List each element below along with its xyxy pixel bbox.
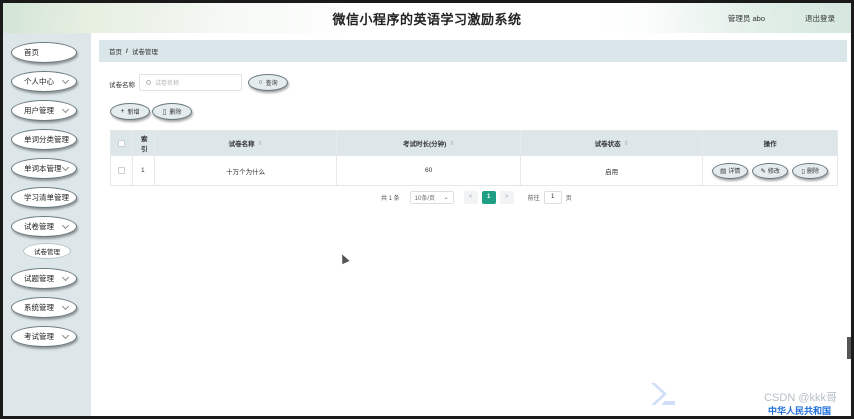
search-label: 试卷名称: [109, 82, 135, 89]
page-number-current[interactable]: 1: [481, 190, 496, 204]
sidebar-item-exam-management[interactable]: 考试管理: [11, 326, 77, 347]
page-size-value: 10条/页: [414, 195, 436, 202]
watermark-logo-icon: [651, 383, 675, 405]
sidebar-item-label: 考试管理: [24, 332, 54, 341]
sidebar-item-label: 试题管理: [24, 274, 54, 283]
sidebar-item-label: 个人中心: [24, 77, 54, 86]
scrollbar-handle[interactable]: [847, 337, 851, 359]
goto-label: 前往: [527, 195, 540, 202]
sidebar-item-label: 试卷管理: [24, 222, 54, 231]
row-checkbox[interactable]: [117, 167, 125, 174]
chevron-down-icon: [61, 105, 70, 114]
delete-button[interactable]: ▯ 删除: [792, 162, 829, 179]
sidebar-subitem-paper-management[interactable]: 试卷管理: [23, 243, 71, 259]
sidebar-item-label: 首页: [24, 48, 39, 57]
sidebar-item-personal-center[interactable]: 个人中心: [11, 71, 77, 92]
delete-button-label: 删除: [806, 169, 819, 175]
plus-icon: +: [120, 108, 125, 115]
search-icon: ○: [258, 79, 263, 86]
app-title: 微信小程序的英语学习激励系统: [332, 12, 522, 27]
breadcrumb-separator: /: [126, 47, 128, 55]
table-row: 1 十万个为什么 60 启用 ▤ 详情 ✎ 修改 ▯ 删除: [111, 155, 837, 185]
chevron-down-icon: [61, 221, 70, 230]
add-button-label: 新增: [127, 110, 140, 116]
sidebar-item-study-list[interactable]: 学习清单管理: [11, 187, 77, 208]
pagination: 共 1 条 10条/页 ⌄ < 1 > 前往 1 页: [381, 190, 572, 204]
column-header-status[interactable]: 试卷状态 ⇕: [521, 131, 704, 155]
sidebar-item-label: 单词分类管理: [24, 135, 69, 144]
sort-icon[interactable]: ⇕: [258, 140, 263, 147]
column-header-index: 索引: [133, 131, 155, 155]
column-header-duration[interactable]: 考试时长(分钟) ⇕: [337, 131, 521, 155]
select-all-checkbox[interactable]: [117, 139, 125, 147]
row-actions: ▤ 详情 ✎ 修改 ▯ 删除: [703, 156, 837, 185]
select-all-cell: [111, 131, 133, 155]
breadcrumb-home[interactable]: 首页: [109, 46, 122, 56]
delete-button-label: 删除: [169, 110, 182, 116]
column-header-actions: 操作: [763, 141, 777, 148]
sidebar-item-label: 系统管理: [24, 303, 54, 312]
document-icon: ▤: [720, 167, 727, 175]
watermark-text: CSDN @kkk哥: [764, 392, 837, 404]
detail-button[interactable]: ▤ 详情: [712, 162, 749, 179]
sidebar-item-word-category[interactable]: 单词分类管理: [11, 129, 77, 150]
search-input[interactable]: 试卷名称: [139, 74, 242, 91]
search-icon: [146, 80, 151, 85]
add-button[interactable]: + 新增: [110, 103, 150, 120]
column-header-label: 试卷名称: [228, 141, 255, 148]
row-select-cell: [111, 156, 133, 185]
sidebar-item-home[interactable]: 首页: [11, 42, 77, 63]
mouse-cursor: [338, 252, 350, 265]
next-page-button[interactable]: >: [499, 190, 514, 204]
column-header-label: 试卷状态: [594, 141, 621, 148]
edit-icon: ✎: [760, 167, 766, 175]
chevron-down-icon: [61, 273, 70, 282]
pagination-total: 共 1 条: [381, 195, 400, 202]
sort-icon[interactable]: ⇕: [449, 140, 454, 147]
sidebar-item-user-management[interactable]: 用户管理: [11, 100, 77, 121]
sidebar-item-label: 学习清单管理: [24, 193, 69, 202]
logout-link[interactable]: 退出登录: [805, 13, 835, 24]
trash-icon: ▯: [801, 167, 805, 175]
sidebar-item-question-management[interactable]: 试题管理: [11, 268, 77, 289]
search-placeholder: 试卷名称: [155, 81, 180, 87]
batch-delete-button[interactable]: ▯ 删除: [152, 103, 192, 120]
sidebar-item-wordbook[interactable]: 单词本管理: [11, 158, 77, 179]
chevron-down-icon: [61, 163, 70, 172]
edit-button[interactable]: ✎ 修改: [752, 162, 789, 179]
goto-page-input[interactable]: 1: [543, 190, 562, 204]
row-name: 十万个为什么: [155, 156, 338, 185]
search-button[interactable]: ○ 查询: [248, 74, 288, 91]
prev-page-button[interactable]: <: [463, 190, 478, 204]
sidebar-item-label: 用户管理: [24, 106, 54, 115]
page-unit-label: 页: [565, 195, 572, 202]
current-user-label: 管理员 abo: [727, 14, 765, 23]
breadcrumb: 首页 / 试卷管理: [99, 40, 847, 62]
edit-button-label: 修改: [767, 169, 780, 175]
chevron-down-icon: ⌄: [443, 194, 449, 201]
chevron-down-icon: [61, 331, 70, 340]
search-button-label: 查询: [265, 81, 278, 87]
top-header: 微信小程序的英语学习激励系统 管理员 abo 退出登录: [3, 3, 851, 33]
detail-button-label: 详情: [728, 169, 741, 175]
chevron-down-icon: [61, 76, 70, 85]
watermark-subtext: 中华人民共和国: [767, 406, 831, 416]
table-header: 索引 试卷名称 ⇕ 考试时长(分钟) ⇕ 试卷状态 ⇕ 操作: [111, 131, 837, 155]
sort-icon[interactable]: ⇕: [624, 140, 629, 147]
row-duration: 60: [337, 156, 521, 185]
page-size-select[interactable]: 10条/页 ⌄: [409, 190, 454, 204]
app-window: 微信小程序的英语学习激励系统 管理员 abo 退出登录 首页 个人中心 用户管理…: [0, 0, 854, 419]
paper-table: 索引 试卷名称 ⇕ 考试时长(分钟) ⇕ 试卷状态 ⇕ 操作 1 十万个为什么 60 …: [110, 130, 838, 186]
row-index: 1: [133, 156, 155, 185]
breadcrumb-current: 试卷管理: [131, 49, 158, 56]
sidebar-item-system-management[interactable]: 系统管理: [11, 297, 77, 318]
sidebar-item-paper-management[interactable]: 试卷管理: [11, 216, 77, 237]
sidebar-item-label: 单词本管理: [24, 164, 62, 173]
trash-icon: ▯: [162, 108, 167, 116]
sidebar: 首页 个人中心 用户管理 单词分类管理 单词本管理 学习清单管理 试卷管理 试卷…: [3, 33, 91, 416]
column-header-name[interactable]: 试卷名称 ⇕: [155, 131, 338, 155]
chevron-down-icon: [61, 302, 70, 311]
column-header-label: 考试时长(分钟): [402, 141, 447, 148]
row-status: 启用: [521, 156, 704, 185]
